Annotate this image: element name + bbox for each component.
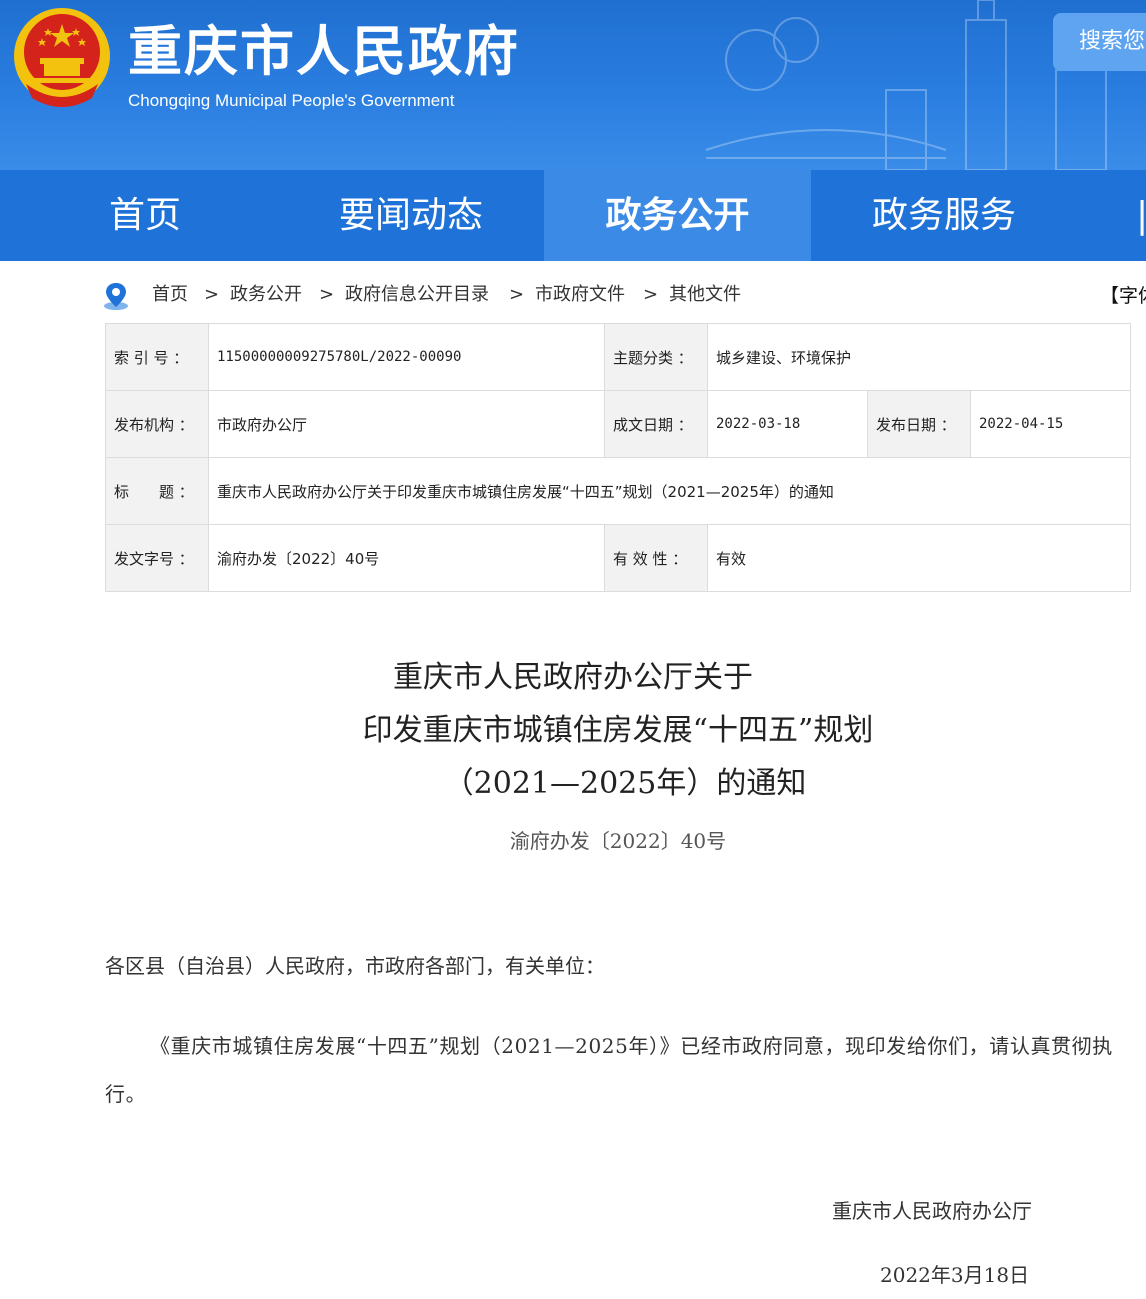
document-info-table: 索 引 号 ： 11500000009275780L/2022-00090 主题… [105,323,1131,592]
location-pin-icon [104,283,128,310]
article-title-line-1: 重庆市人民政府办公厅关于 [393,660,753,695]
nav-item-news[interactable]: 要闻动态 [278,170,544,261]
breadcrumb-separator: > [643,284,659,305]
topic-label: 主题分类 ： [605,324,708,391]
breadcrumb-separator: > [319,284,335,305]
site-title[interactable]: 重庆市人民政府 [128,20,520,84]
article-doc-number: 渝府办发〔2022〕40号 [509,829,727,853]
nav-item-gov-services[interactable]: 政务服务 [811,170,1077,261]
created-date-label: 成文日期 ： [605,391,708,458]
topic-value: 城乡建设、环境保护 [708,324,1130,391]
published-date-label: 发布日期 ： [868,391,971,458]
nav-item-next[interactable]: | [1136,170,1146,261]
breadcrumb-gov-affairs-open[interactable]: 政务公开 [230,283,302,307]
title-value: 重庆市人民政府办公厅关于印发重庆市城镇住房发展“十四五”规划（2021—2025… [209,458,1130,525]
breadcrumb-municipal-documents[interactable]: 市政府文件 [535,283,625,307]
issuer-value: 市政府办公厅 [209,391,605,458]
issuer-label: 发布机构 ： [106,391,209,458]
article-body: 《重庆市城镇住房发展“十四五”规划（2021—2025年）》已经市政府同意，现印… [105,1034,1113,1106]
index-label: 索 引 号 ： [106,324,209,391]
site-header: 重庆市人民政府 Chongqing Municipal People's Gov… [0,0,1146,170]
published-date-value: 2022-04-15 [971,391,1130,458]
search-button[interactable]: 搜索您 [1053,13,1146,71]
validity-value: 有效 [716,549,747,568]
article-salutation: 各区县（自治县）人民政府，市政府各部门，有关单位： [105,954,605,978]
title-label: 标 题 ： [106,458,209,525]
breadcrumb-separator: > [204,284,220,305]
article-signature: 重庆市人民政府办公厅 [832,1199,1032,1223]
breadcrumb-info-directory[interactable]: 政府信息公开目录 [345,283,489,307]
article-title-line-3: （2021—2025年）的通知 [443,766,807,801]
main-nav: 首页 要闻动态 政务公开 政务服务 | [0,170,1146,261]
site-subtitle: Chongqing Municipal People's Government [128,91,455,110]
breadcrumb-other-documents[interactable]: 其他文件 [669,283,741,307]
national-emblem-logo [14,8,110,107]
nav-item-gov-affairs-open[interactable]: 政务公开 [544,170,811,261]
article-title-line-2: 印发重庆市城镇住房发展“十四五”规划 [362,713,874,748]
doc-number-label: 发文字号 ： [106,525,209,591]
index-value: 11500000009275780L/2022-00090 [209,324,605,391]
nav-item-home[interactable]: 首页 [28,170,262,261]
article-date: 2022年3月18日 [880,1263,1030,1287]
validity-label: 有 效 性 ： [605,525,708,591]
font-size-control[interactable]: 【字体 [1100,281,1146,308]
created-date-value: 2022-03-18 [708,391,868,458]
breadcrumb-separator: > [509,284,525,305]
doc-number-value: 渝府办发〔2022〕40号 [209,525,605,591]
breadcrumb-home[interactable]: 首页 [152,283,188,307]
